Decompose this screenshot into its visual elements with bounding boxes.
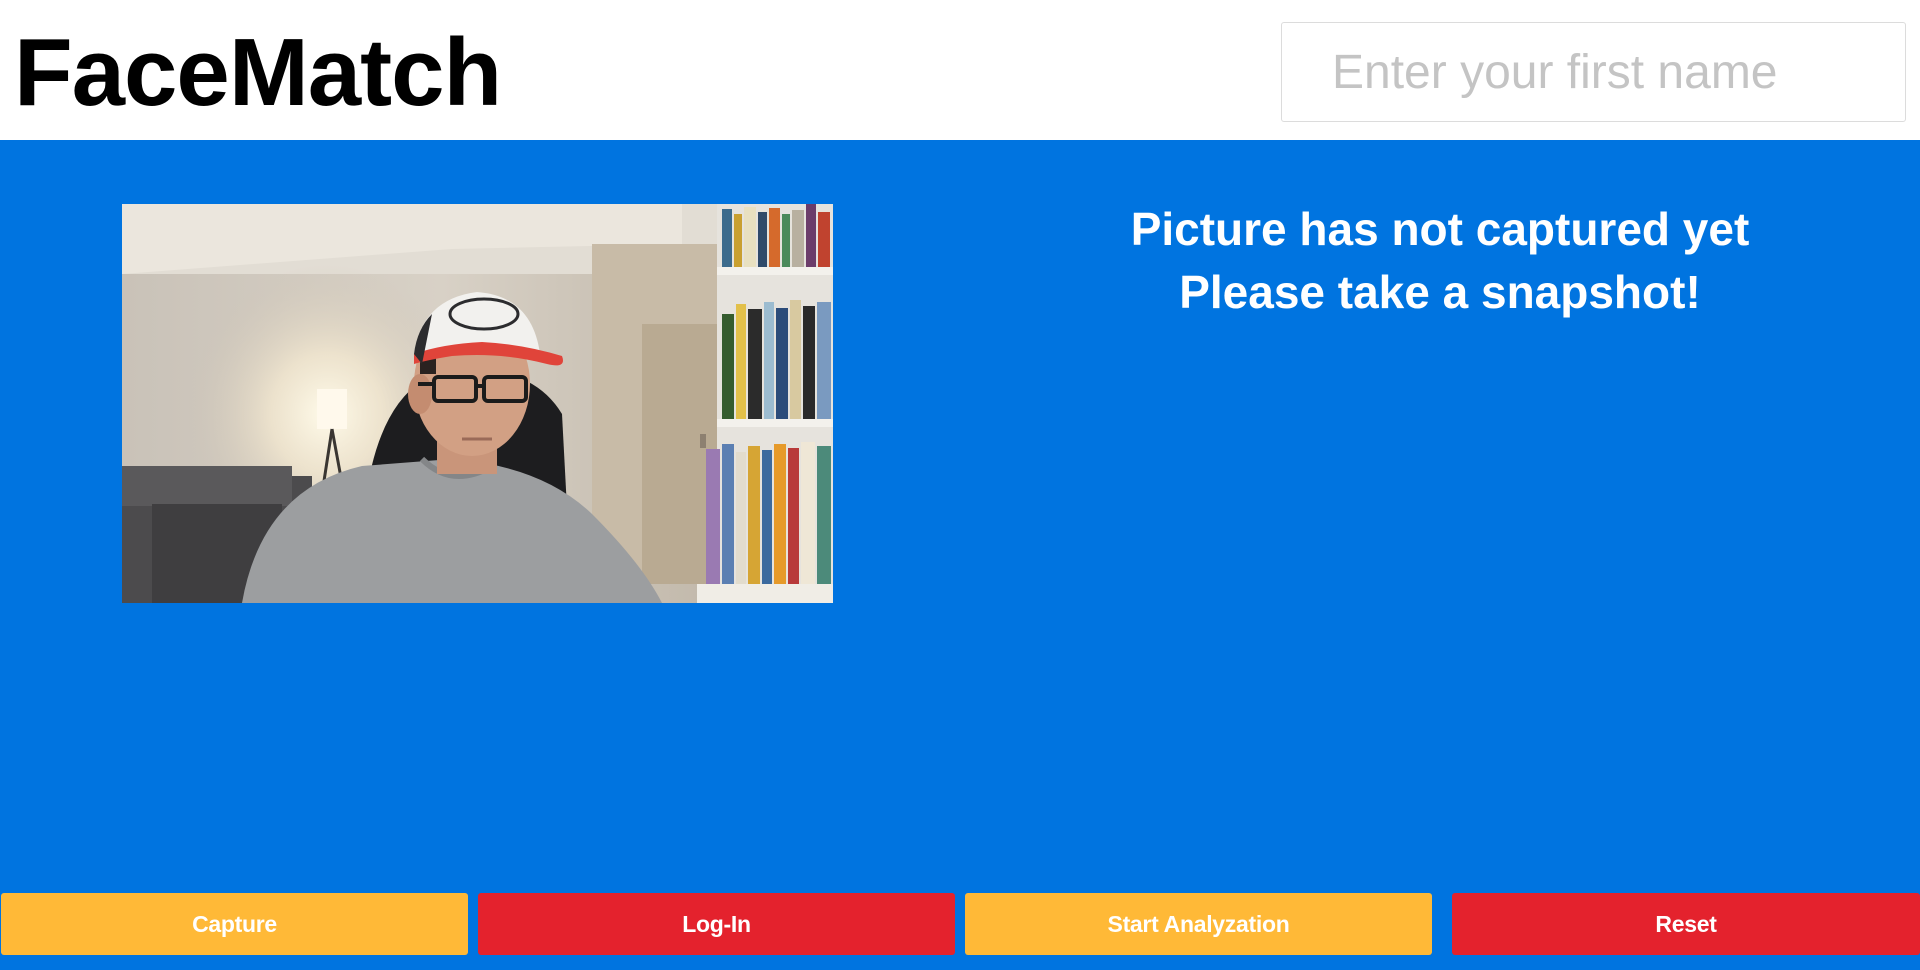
app-title: FaceMatch [14, 19, 502, 126]
status-line-1: Picture has not captured yet [1130, 203, 1750, 255]
webcam-video [122, 204, 833, 603]
start-analyzation-button[interactable]: Start Analyzation [965, 893, 1432, 955]
header: FaceMatch [0, 0, 1920, 140]
main-panel: Picture has not captured yet Please take… [0, 140, 1920, 970]
action-toolbar: Capture Log-In Start Analyzation Reset [0, 893, 1920, 957]
first-name-input[interactable] [1281, 22, 1906, 122]
reset-button[interactable]: Reset [1452, 893, 1920, 955]
login-button[interactable]: Log-In [478, 893, 955, 955]
capture-status-message: Picture has not captured yet Please take… [1060, 198, 1820, 324]
capture-button[interactable]: Capture [1, 893, 468, 955]
status-line-2: Please take a snapshot! [1179, 266, 1701, 318]
